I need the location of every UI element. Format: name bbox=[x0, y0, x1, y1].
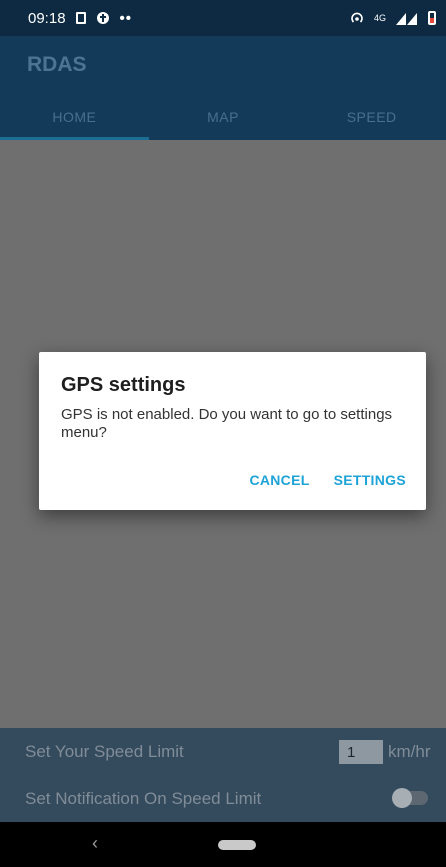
battery-icon bbox=[428, 11, 436, 25]
tab-home-label: HOME bbox=[52, 109, 97, 125]
back-icon[interactable]: ‹ bbox=[92, 833, 98, 853]
app-bar: RDAS bbox=[0, 36, 446, 94]
hotspot-icon bbox=[350, 11, 364, 25]
toggle-thumb bbox=[392, 788, 412, 808]
status-right: 4G bbox=[350, 11, 436, 25]
notification-toggle[interactable] bbox=[392, 788, 428, 808]
notification-box-icon bbox=[75, 12, 86, 24]
speed-unit-label: km/hr bbox=[388, 742, 431, 761]
tab-home[interactable]: HOME bbox=[0, 94, 149, 140]
speed-limit-row: Set Your Speed Limit 1 km/hr bbox=[0, 728, 446, 775]
tab-speed-label: SPEED bbox=[346, 109, 397, 125]
app-notification-icon bbox=[96, 11, 110, 25]
cancel-button[interactable]: CANCEL bbox=[249, 472, 309, 488]
dialog-actions: CANCEL SETTINGS bbox=[249, 472, 406, 488]
4g-data-icon: 4G bbox=[373, 12, 386, 23]
tab-speed[interactable]: SPEED bbox=[297, 94, 446, 140]
status-time: 09:18 bbox=[28, 9, 66, 27]
tab-bar: HOME MAP SPEED bbox=[0, 94, 446, 140]
gps-settings-dialog: GPS settings GPS is not enabled. Do you … bbox=[39, 352, 426, 510]
notification-label: Set Notification On Speed Limit bbox=[25, 788, 262, 808]
dialog-message: GPS is not enabled. Do you want to go to… bbox=[61, 406, 393, 441]
bottom-settings-panel: Set Your Speed Limit 1 km/hr Set Notific… bbox=[0, 728, 446, 822]
status-left: 09:18 •• bbox=[28, 10, 132, 27]
speed-limit-label: Set Your Speed Limit bbox=[25, 741, 184, 761]
notification-row: Set Notification On Speed Limit bbox=[0, 775, 446, 822]
speed-limit-input[interactable]: 1 bbox=[339, 740, 383, 764]
status-bar: 09:18 •• 4G bbox=[0, 0, 446, 36]
system-nav-bar: ‹ bbox=[0, 822, 446, 867]
tab-map[interactable]: MAP bbox=[149, 94, 298, 140]
speed-limit-value: 1 bbox=[347, 743, 356, 761]
home-pill-icon[interactable] bbox=[218, 840, 256, 850]
settings-button[interactable]: SETTINGS bbox=[334, 472, 406, 488]
signal-icon bbox=[396, 11, 418, 25]
app-title: RDAS bbox=[27, 53, 87, 76]
dialog-title: GPS settings bbox=[61, 374, 186, 396]
more-dots-icon: •• bbox=[119, 9, 133, 27]
tab-map-label: MAP bbox=[207, 109, 239, 125]
